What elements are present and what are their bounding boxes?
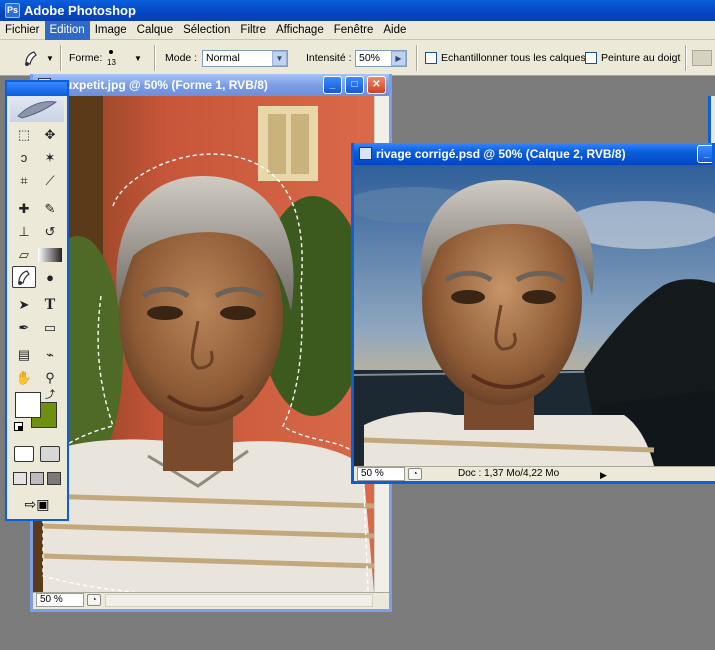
menu-edition[interactable]: Edition (44, 20, 90, 40)
doc2-status-menu-icon[interactable]: ◔ (408, 468, 422, 480)
doc1-zoom[interactable]: 50 % (36, 593, 84, 607)
forme-label: Forme: (69, 52, 103, 64)
mode-select[interactable]: Normal ▼ (202, 49, 288, 67)
menu-fenetre[interactable]: Fenêtre (329, 21, 379, 40)
smudge-icon (25, 51, 37, 66)
sample-all-layers-checkbox[interactable] (425, 52, 437, 64)
doc2-title: rivage corrigé.psd @ 50% (Calque 2, RVB/… (376, 147, 626, 161)
document-icon (359, 147, 372, 160)
doc1-canvas[interactable] (33, 96, 374, 592)
healing-brush-icon[interactable]: ✚ (12, 198, 36, 220)
maximize-button[interactable]: □ (345, 76, 364, 94)
chevron-down-icon: ▼ (46, 53, 54, 63)
default-colors-icon[interactable] (14, 422, 23, 431)
app-title-bar: Ps Adobe Photoshop (0, 0, 715, 21)
photoshop-logo-icon: Ps (5, 3, 20, 18)
lasso-icon[interactable]: ↄ (12, 147, 36, 169)
minimize-button[interactable]: _ (323, 76, 342, 94)
doc2-doc-info: Doc : 1,37 Mo/4,22 Mo (458, 468, 560, 479)
eyedropper-icon[interactable]: ⌁ (38, 344, 62, 366)
palette-well[interactable] (692, 50, 712, 66)
sample-all-layers-option[interactable]: Echantillonner tous les calques (425, 40, 586, 76)
brush-picker[interactable]: 13 (107, 40, 116, 76)
intensity-label: Intensité : (306, 52, 352, 64)
menu-selection[interactable]: Sélection (178, 21, 235, 40)
hand-icon[interactable]: ✋ (12, 367, 36, 389)
smudge-icon (18, 270, 30, 285)
menu-image[interactable]: Image (90, 21, 132, 40)
pen-icon[interactable]: ✒ (12, 317, 36, 339)
document-window-vieuxpetit[interactable]: ieuxpetit.jpg @ 50% (Forme 1, RVB/8) _ □… (30, 74, 392, 612)
doc1-photo (33, 96, 374, 592)
finger-paint-checkbox[interactable] (585, 52, 597, 64)
sample-all-layers-label: Echantillonner tous les calques (441, 52, 586, 64)
magic-wand-icon[interactable]: ✶ (38, 147, 62, 169)
brush-icon[interactable]: ✎ (38, 198, 62, 220)
toolbox-logo[interactable] (10, 96, 64, 122)
screen-mode-full-menu-icon[interactable] (30, 472, 44, 485)
doc1-title: ieuxpetit.jpg @ 50% (Forme 1, RVB/8) (55, 78, 268, 92)
brush-chevron-icon[interactable]: ▼ (134, 54, 142, 63)
feather-icon (17, 101, 57, 119)
eraser-icon[interactable]: ▱ (12, 244, 36, 266)
finger-paint-label: Peinture au doigt (601, 52, 681, 64)
menu-fichier[interactable]: Fichier (0, 21, 45, 40)
close-button[interactable]: ✕ (367, 76, 386, 94)
intensity-slider-arrow-icon[interactable]: ▶ (391, 50, 406, 66)
mode-dropdown-icon[interactable]: ▼ (272, 50, 287, 66)
doc2-photo (354, 165, 715, 466)
type-icon[interactable]: T (38, 294, 62, 316)
doc1-status-bar: 50 % ◔ (33, 592, 389, 607)
notes-icon[interactable]: ▤ (12, 344, 36, 366)
doc2-title-bar[interactable]: rivage corrigé.psd @ 50% (Calque 2, RVB/… (354, 143, 712, 165)
document-window-rivage[interactable]: rivage corrigé.psd @ 50% (Calque 2, RVB/… (351, 143, 715, 484)
jump-to-imageready-icon[interactable]: ⇨▣ (17, 494, 57, 514)
shape-icon[interactable]: ▭ (38, 317, 62, 339)
doc2-status-arrow-icon[interactable]: ▶ (600, 468, 607, 482)
slice-icon[interactable]: ⟋ (38, 170, 62, 192)
brush-size: 13 (107, 57, 116, 67)
doc2-status-bar: 50 % ◔ Doc : 1,37 Mo/4,22 Mo ▶ (354, 466, 715, 481)
doc1-title-bar[interactable]: ieuxpetit.jpg @ 50% (Forme 1, RVB/8) _ □… (33, 74, 389, 96)
path-selection-icon[interactable]: ➤ (12, 294, 36, 316)
doc1-status-menu-icon[interactable]: ◔ (87, 594, 101, 606)
marquee-icon[interactable]: ⬚ (12, 124, 36, 146)
mode-value: Normal (206, 51, 240, 64)
toolbox: ⬚ ✥ ↄ ✶ ⌗ ⟋ ✚ ✎ ⊥ ↺ ▱ ● ➤ T ✒ ▭ ▤ ⌁ ✋ ⚲ … (5, 80, 69, 521)
foreground-color-swatch[interactable] (15, 392, 41, 418)
doc1-horizontal-scrollbar[interactable] (105, 594, 373, 607)
toolbox-title-bar[interactable] (7, 82, 67, 96)
quick-mask-button[interactable] (40, 446, 60, 462)
smudge-tool-selected[interactable] (12, 266, 36, 288)
doc2-zoom[interactable]: 50 % (357, 467, 405, 481)
options-bar: ▼ Forme: 13 ▼ Mode : Normal ▼ Intensité … (0, 40, 715, 76)
tool-preset-picker[interactable]: ▼ (20, 40, 54, 76)
doc2-canvas[interactable] (354, 165, 715, 466)
clone-stamp-icon[interactable]: ⊥ (12, 221, 36, 243)
menu-calque[interactable]: Calque (132, 21, 178, 40)
history-brush-icon[interactable]: ↺ (38, 221, 62, 243)
brush-tip-icon (109, 49, 114, 54)
dodge-icon[interactable]: ● (38, 267, 62, 289)
menu-aide[interactable]: Aide (378, 21, 411, 40)
move-icon[interactable]: ✥ (38, 124, 62, 146)
intensity-value: 50% (359, 51, 381, 64)
menu-affichage[interactable]: Affichage (271, 21, 329, 40)
standard-mode-button[interactable] (14, 446, 34, 462)
intensity-input[interactable]: 50% ▶ (355, 49, 407, 67)
swap-colors-icon[interactable]: ⤴ (45, 386, 55, 401)
minimize-button[interactable]: _ (697, 145, 712, 163)
app-title: Adobe Photoshop (24, 3, 136, 18)
crop-icon[interactable]: ⌗ (12, 170, 36, 192)
mode-label: Mode : (165, 52, 198, 64)
finger-paint-option[interactable]: Peinture au doigt (585, 40, 680, 76)
menu-bar: Fichier Edition Image Calque Sélection F… (0, 20, 715, 40)
screen-mode-standard-icon[interactable] (13, 472, 27, 485)
gradient-icon[interactable] (38, 248, 62, 262)
menu-filtre[interactable]: Filtre (235, 21, 271, 40)
screen-mode-full-icon[interactable] (47, 472, 61, 485)
